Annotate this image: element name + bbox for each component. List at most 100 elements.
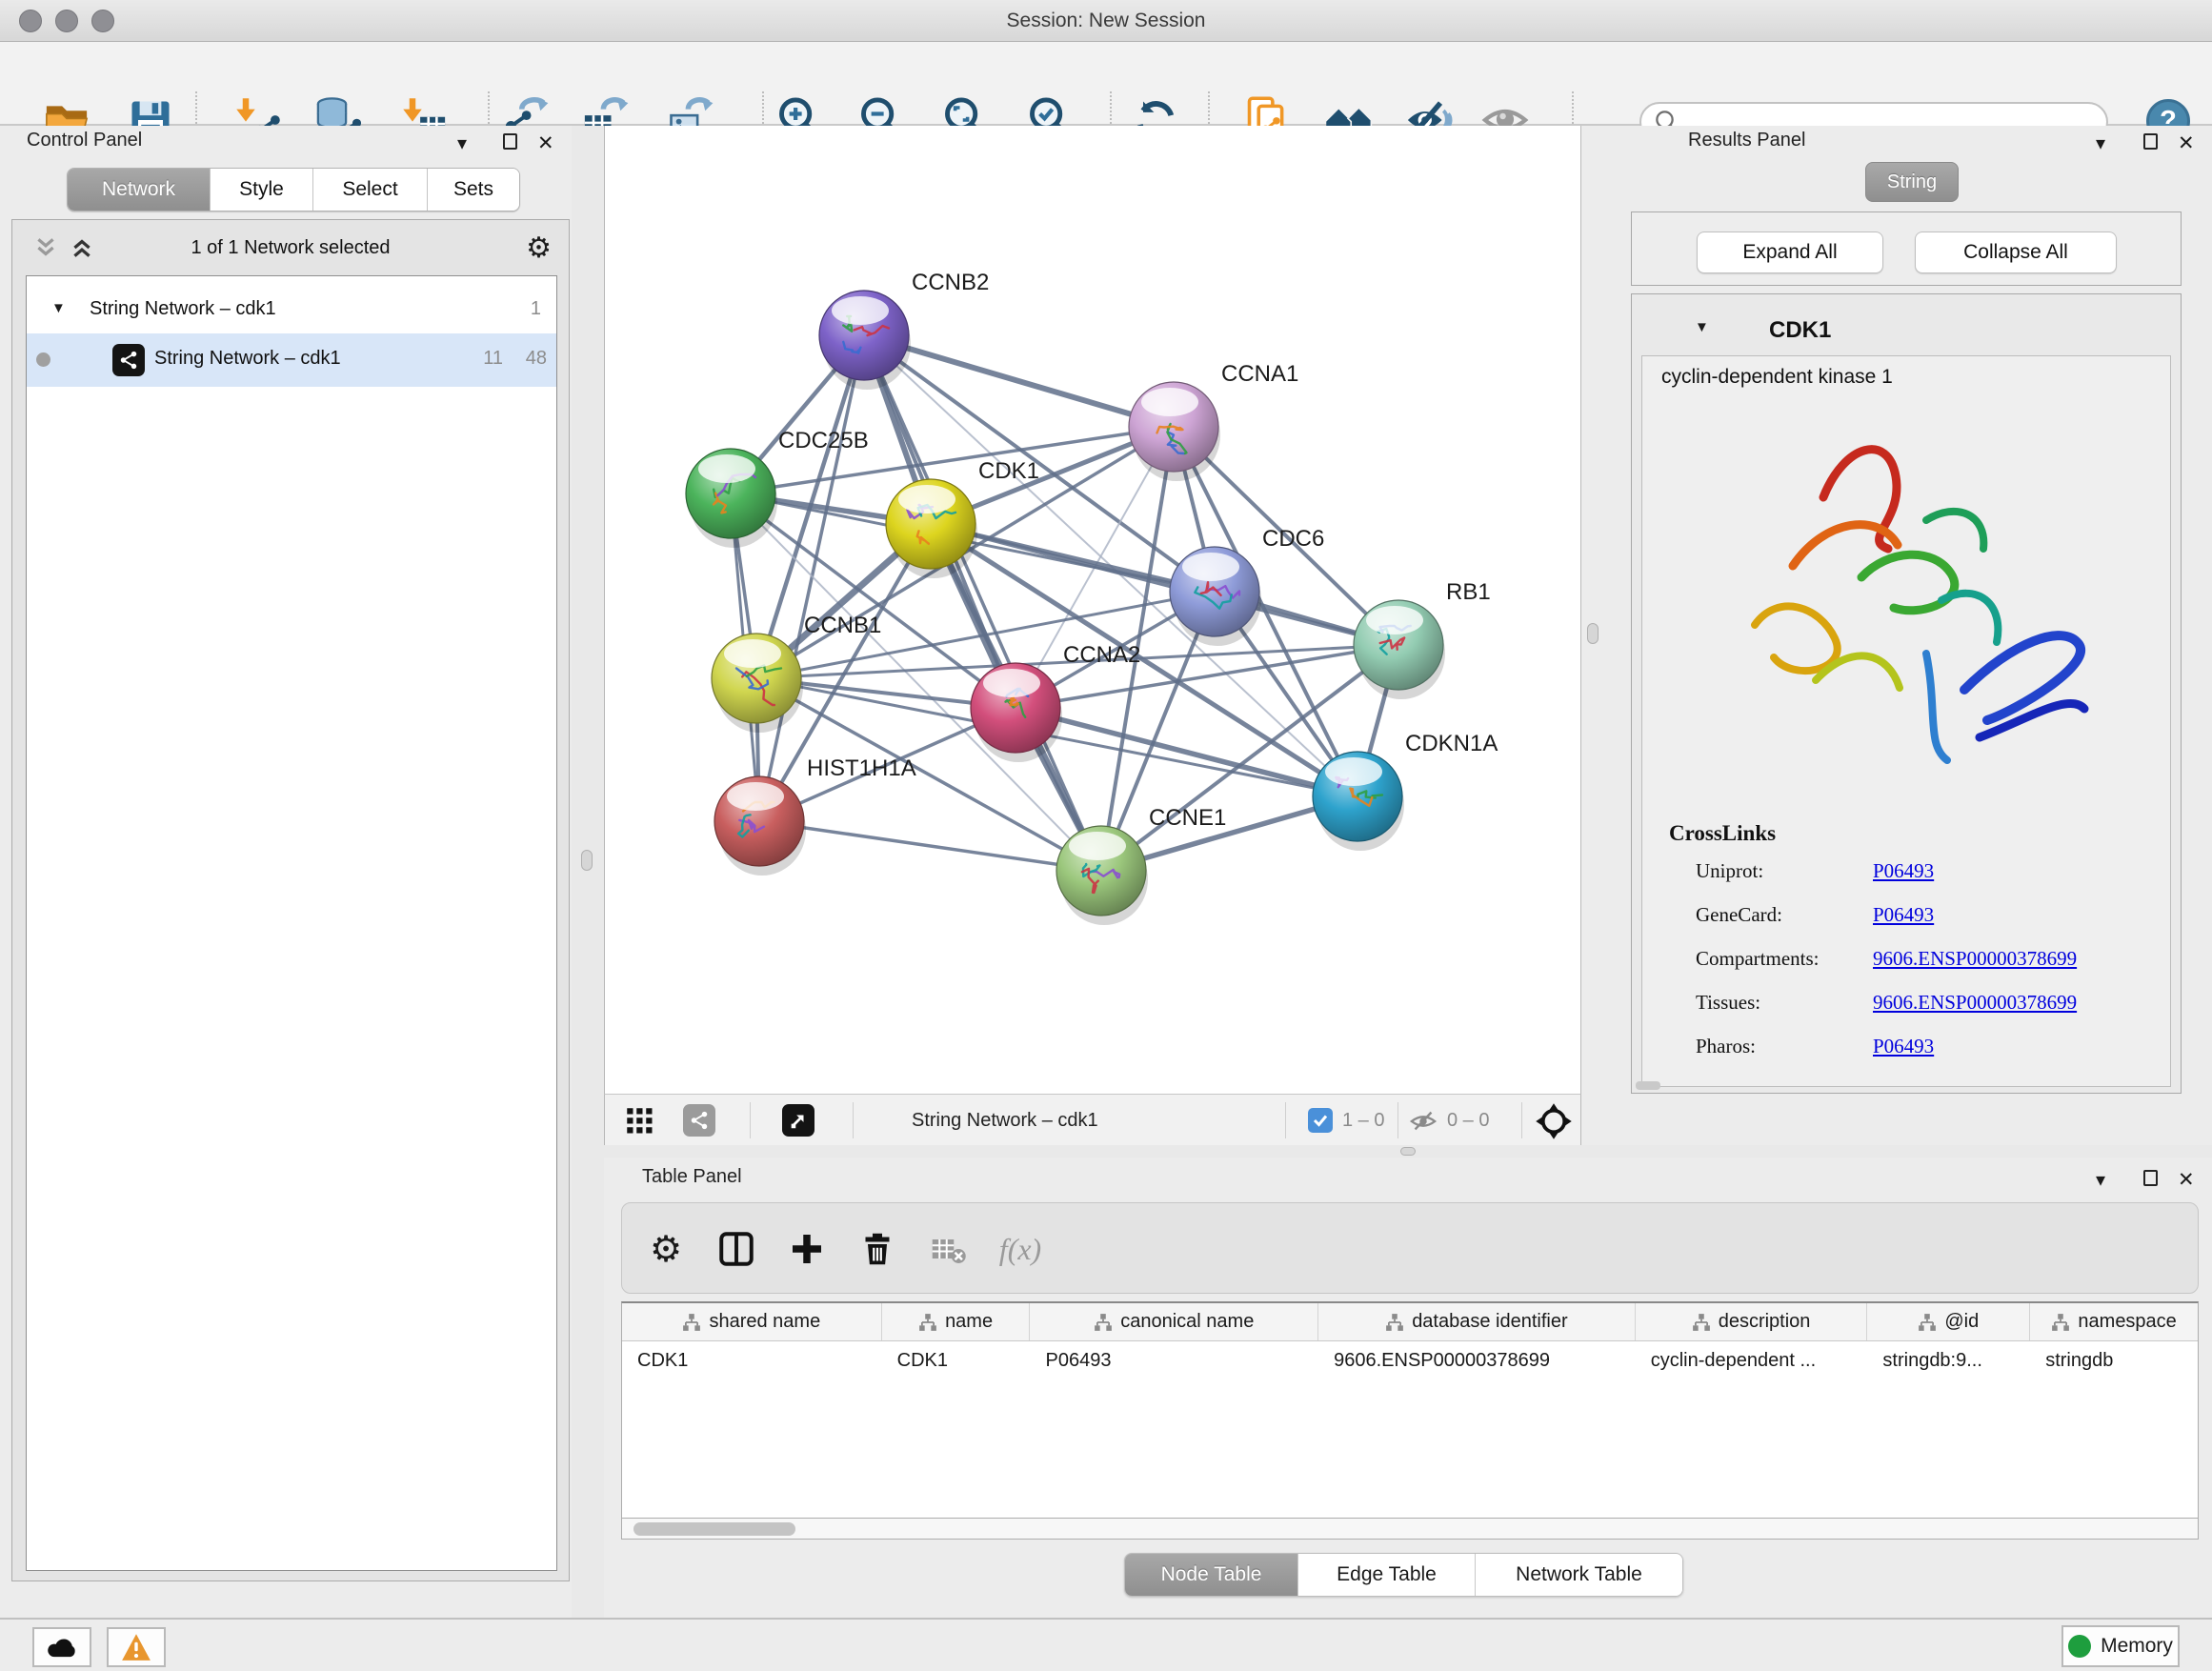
network-options-gear-icon[interactable]: ⚙	[526, 232, 552, 265]
attribute-icon	[2051, 1313, 2070, 1332]
horizontal-splitter[interactable]	[604, 1145, 2212, 1158]
birds-eye-view-icon[interactable]	[782, 1104, 814, 1137]
footer-separator	[1285, 1102, 1286, 1138]
table-options-gear-icon[interactable]: ⚙	[641, 1224, 691, 1274]
column-header[interactable]: namespace	[2030, 1303, 2198, 1340]
table-panel-close-icon[interactable]: ✕	[2178, 1168, 2195, 1192]
network-node-ccne1[interactable]: CCNE1	[1056, 805, 1226, 925]
node-label-hist1h1a: HIST1H1A	[807, 755, 916, 781]
control-panel-float-icon[interactable]	[503, 133, 517, 154]
column-header[interactable]: description	[1636, 1303, 1868, 1340]
scrollbar-thumb[interactable]	[633, 1522, 795, 1536]
network-tab-panel: 1 of 1 Network selected ⚙ ▼ String Netwo…	[11, 219, 570, 1581]
entry-collapse-icon[interactable]: ▼	[1695, 319, 1709, 335]
memory-status-dot	[2068, 1635, 2091, 1658]
tab-network-table[interactable]: Network Table	[1476, 1554, 1682, 1596]
results-panel-menu-icon[interactable]: ▾	[2096, 131, 2105, 155]
warnings-button[interactable]	[107, 1627, 166, 1667]
control-panel-close-icon[interactable]: ✕	[537, 131, 554, 155]
node-label-cdc6: CDC6	[1262, 526, 1324, 552]
tab-sets[interactable]: Sets	[428, 169, 519, 211]
cell-namespace[interactable]: stringdb	[2030, 1341, 2198, 1379]
network-status-dot	[36, 352, 50, 367]
create-column-icon[interactable]	[782, 1224, 832, 1274]
title-bar: Session: New Session	[0, 0, 2212, 42]
warning-icon	[120, 1632, 152, 1662]
control-panel-title: Control Panel	[27, 130, 142, 151]
table-panel-float-icon[interactable]	[2143, 1170, 2158, 1191]
delete-column-icon[interactable]	[853, 1224, 902, 1274]
tab-network[interactable]: Network	[68, 169, 211, 211]
network-node-cdk1[interactable]: CDK1	[886, 458, 1039, 578]
attribute-icon	[918, 1313, 937, 1332]
node-label-rb1: RB1	[1446, 579, 1491, 605]
network-node-ccna1[interactable]: CCNA1	[1129, 361, 1298, 481]
network-label: String Network – cdk1	[154, 333, 341, 383]
network-view-share-icon[interactable]	[683, 1104, 715, 1137]
table-toolbar: ⚙ f(x)	[621, 1202, 2199, 1294]
network-canvas[interactable]: CCNB2CCNA1CDC25BCDK1CDC6RB1CCNB1CCNA2CDK…	[604, 126, 1581, 1094]
cell-database-identifier[interactable]: 9606.ENSP00000378699	[1318, 1341, 1636, 1379]
results-panel-close-icon[interactable]: ✕	[2178, 131, 2195, 155]
main-toolbar: ?	[0, 42, 2212, 126]
node-label-cdc25b: CDC25B	[778, 428, 869, 453]
show-columns-icon[interactable]	[712, 1224, 761, 1274]
column-header[interactable]: canonical name	[1030, 1303, 1318, 1340]
crosslink-link[interactable]: 9606.ENSP00000378699	[1873, 947, 2077, 971]
crosslink-row: Compartments: 9606.ENSP00000378699	[1696, 947, 2153, 991]
results-panel-float-icon[interactable]	[2143, 133, 2158, 154]
crosslink-row: GeneCard: P06493	[1696, 903, 2153, 947]
cell-shared-name[interactable]: CDK1	[622, 1341, 882, 1379]
cell-name[interactable]: CDK1	[882, 1341, 1031, 1379]
table-panel-menu-icon[interactable]: ▾	[2096, 1168, 2105, 1192]
network-node-cdc6[interactable]: CDC6	[1170, 526, 1324, 646]
splitter-handle[interactable]	[1587, 623, 1599, 644]
crosslink-link[interactable]: 9606.ENSP00000378699	[1873, 991, 2077, 1015]
collapse-all-button[interactable]: Collapse All	[1915, 232, 2117, 273]
cell-id[interactable]: stringdb:9...	[1867, 1341, 2030, 1379]
network-collection-row[interactable]: ▼ String Network – cdk1 1	[27, 284, 556, 333]
table-row[interactable]: CDK1 CDK1 P06493 9606.ENSP00000378699 cy…	[622, 1341, 2198, 1379]
splitter-handle[interactable]	[581, 850, 593, 871]
tab-select[interactable]: Select	[313, 169, 428, 211]
control-panel-tabs: Network Style Select Sets	[67, 168, 520, 211]
column-header[interactable]: @id	[1867, 1303, 2030, 1340]
expand-all-button[interactable]: Expand All	[1697, 232, 1883, 273]
navigator-crosshair-icon[interactable]	[1535, 1102, 1573, 1140]
column-label: namespace	[2078, 1311, 2176, 1333]
string-network-graph[interactable]: CCNB2CCNA1CDC25BCDK1CDC6RB1CCNB1CCNA2CDK…	[605, 126, 1582, 1094]
table-horizontal-scrollbar[interactable]	[621, 1519, 2199, 1540]
gene-details: cyclin-dependent kinase 1 CrossLinks Uni…	[1641, 355, 2171, 1087]
cloud-status-button[interactable]	[32, 1627, 91, 1667]
left-splitter[interactable]	[572, 126, 604, 1618]
tab-string[interactable]: String	[1865, 162, 1959, 202]
column-header[interactable]: shared name	[622, 1303, 882, 1340]
control-panel-menu-icon[interactable]: ▾	[457, 131, 467, 155]
memory-button[interactable]: Memory	[2061, 1625, 2180, 1667]
network-tree: ▼ String Network – cdk1 1 String Network…	[26, 275, 557, 1571]
column-header[interactable]: database identifier	[1318, 1303, 1636, 1340]
crosslink-row: Uniprot: P06493	[1696, 859, 2153, 903]
selected-checkbox[interactable]	[1308, 1108, 1333, 1133]
crosslink-link[interactable]: P06493	[1873, 903, 1934, 927]
grid-view-icon[interactable]	[626, 1107, 654, 1136]
cell-description[interactable]: cyclin-dependent ...	[1636, 1341, 1868, 1379]
tab-edge-table[interactable]: Edge Table	[1298, 1554, 1476, 1596]
node-label-ccnb1: CCNB1	[804, 613, 881, 638]
splitter-handle[interactable]	[1400, 1147, 1416, 1156]
tree-expand-icon[interactable]: ▼	[51, 284, 66, 333]
attribute-icon	[682, 1313, 701, 1332]
footer-separator	[1521, 1102, 1522, 1138]
crosslink-link[interactable]: P06493	[1873, 1035, 1934, 1058]
network-node-rb1[interactable]: RB1	[1354, 579, 1491, 699]
cell-canonical-name[interactable]: P06493	[1030, 1341, 1318, 1379]
crosslink-link[interactable]: P06493	[1873, 859, 1934, 883]
results-scrollbar-thumb[interactable]	[1636, 1081, 1660, 1090]
tab-style[interactable]: Style	[211, 169, 313, 211]
column-header[interactable]: name	[882, 1303, 1031, 1340]
network-row[interactable]: String Network – cdk1 11 48	[27, 333, 556, 387]
crosslink-label: Tissues:	[1696, 991, 1760, 1015]
network-node-hist1h1a[interactable]: HIST1H1A	[714, 755, 916, 876]
network-node-cdkn1a[interactable]: CDKN1A	[1313, 731, 1498, 851]
tab-node-table[interactable]: Node Table	[1125, 1554, 1298, 1596]
